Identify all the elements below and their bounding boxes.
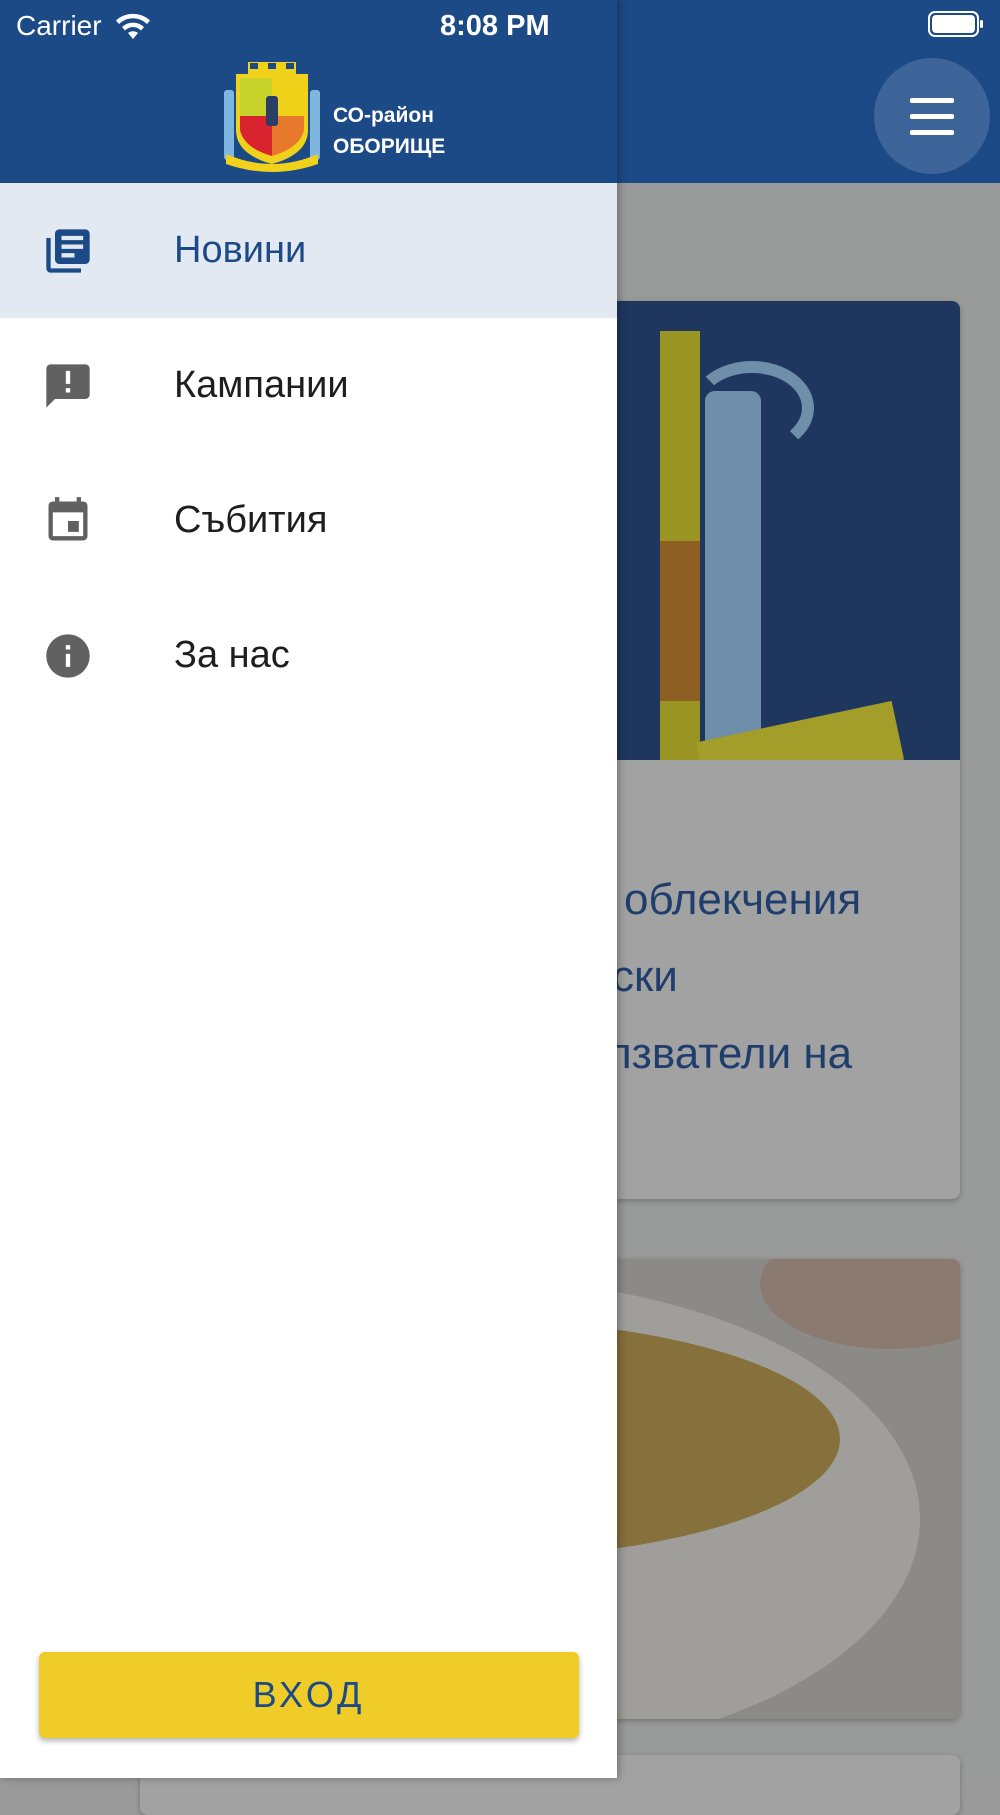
menu-line xyxy=(910,130,954,135)
login-button[interactable]: ВХОД xyxy=(39,1652,579,1738)
calendar-icon xyxy=(42,495,94,547)
nav-item-campaigns[interactable]: Кампании xyxy=(0,318,617,453)
nav-item-label: Събития xyxy=(174,499,328,541)
nav-item-news[interactable]: Новини xyxy=(0,183,617,318)
district-name-line2: ОБОРИЩЕ xyxy=(333,135,446,158)
info-icon xyxy=(42,630,94,682)
nav-item-label: Кампании xyxy=(174,364,349,406)
status-time: 8:08 PM xyxy=(440,10,550,42)
navigation-drawer: Carrier 8:08 PM СО-район ОБОРИЩЕ Новини … xyxy=(0,0,617,1778)
nav-item-about[interactable]: За нас xyxy=(0,588,617,723)
announcement-icon xyxy=(42,360,94,412)
menu-line xyxy=(910,114,954,119)
wifi-icon xyxy=(115,13,150,39)
district-name: СО-район ОБОРИЩЕ xyxy=(333,100,445,162)
news-icon xyxy=(42,225,94,277)
battery-icon xyxy=(928,11,983,37)
menu-line xyxy=(910,98,954,103)
status-bar-left: Carrier xyxy=(16,6,152,46)
hamburger-menu-button[interactable] xyxy=(874,58,990,174)
district-name-line1: СО-район xyxy=(333,104,434,127)
nav-item-label: За нас xyxy=(174,634,290,676)
nav-item-events[interactable]: Събития xyxy=(0,453,617,588)
drawer-header: Carrier 8:08 PM СО-район ОБОРИЩЕ xyxy=(0,0,617,183)
carrier-label: Carrier xyxy=(16,10,102,41)
coat-of-arms-logo[interactable] xyxy=(222,60,322,172)
nav-item-label: Новини xyxy=(174,229,307,271)
